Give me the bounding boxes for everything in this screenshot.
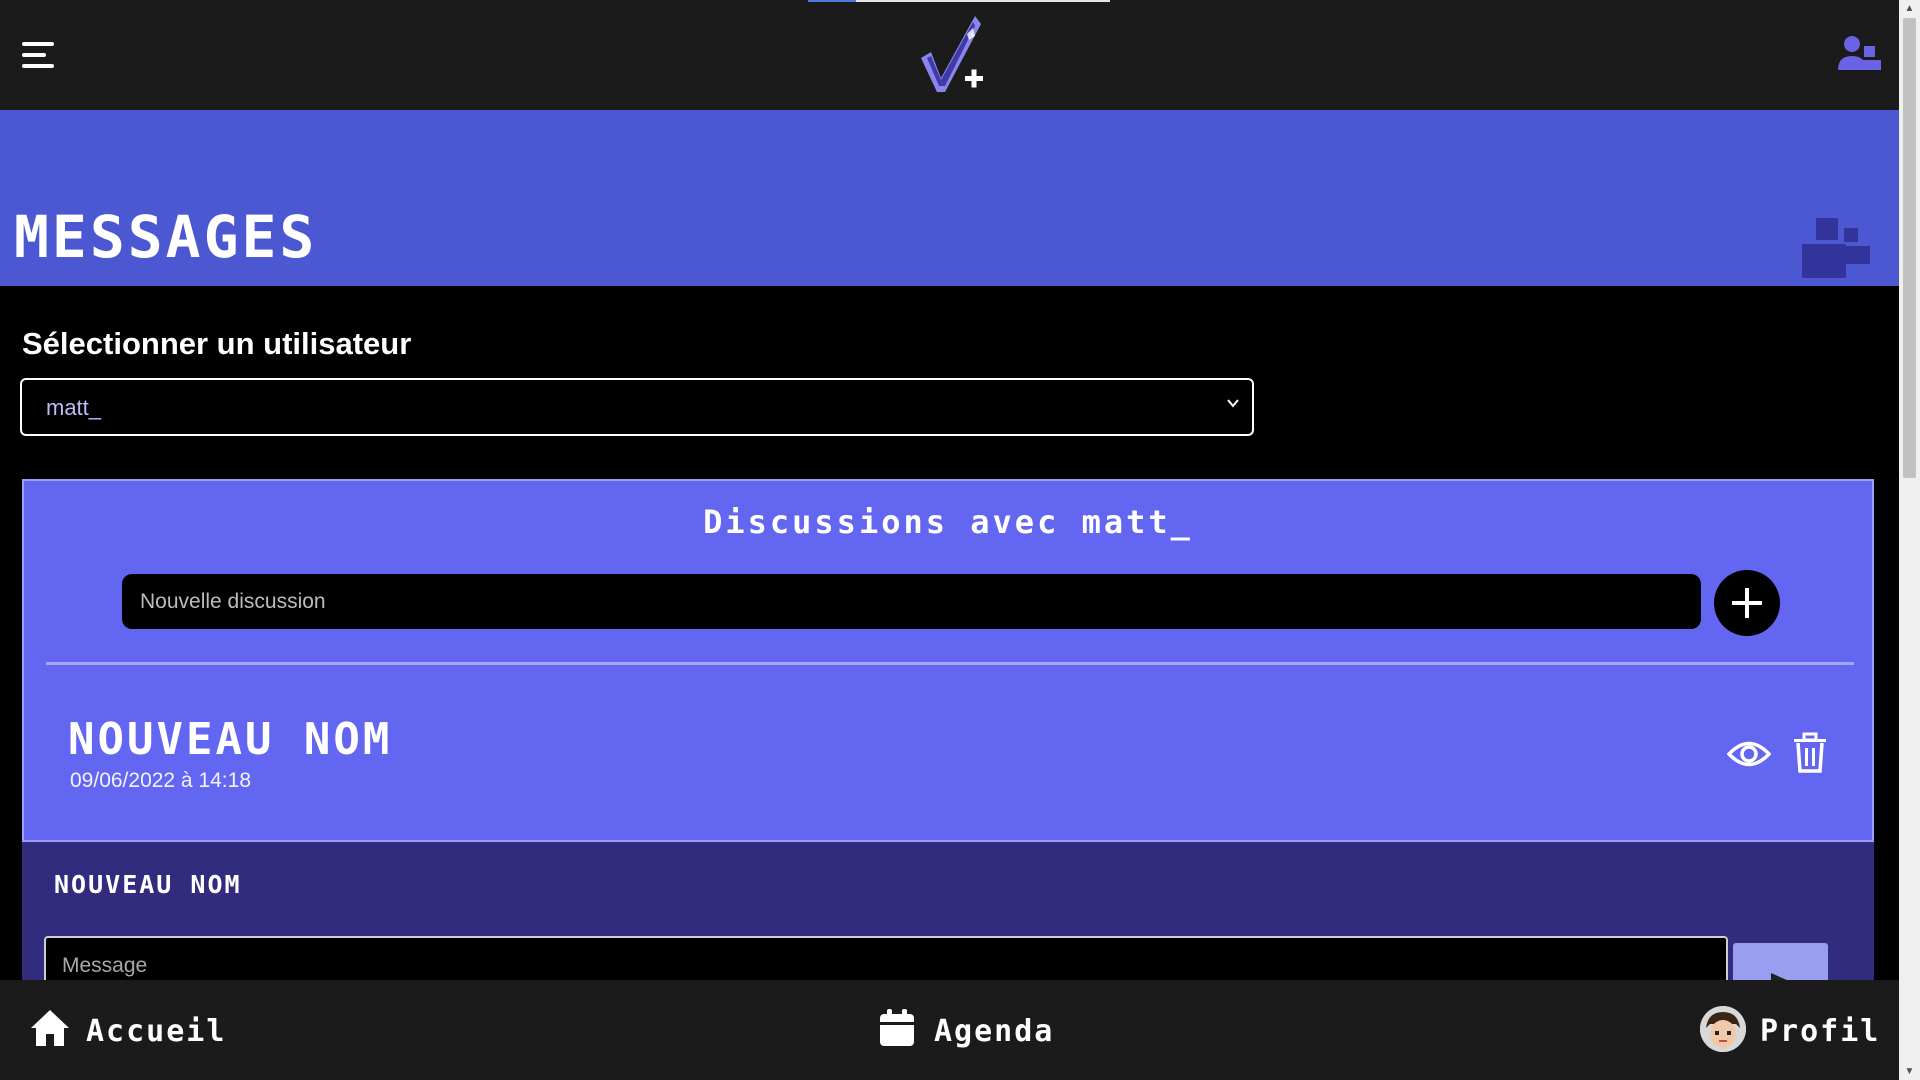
nav-profil-label: Profil	[1760, 1014, 1881, 1049]
add-discussion-button[interactable]	[1714, 570, 1780, 636]
trash-icon[interactable]	[1792, 732, 1828, 774]
discussion-name: NOUVEAU NOM	[68, 714, 393, 765]
home-icon	[31, 1010, 69, 1046]
new-discussion-input[interactable]	[122, 574, 1701, 629]
menu-button[interactable]	[20, 40, 56, 72]
nav-profil[interactable]: Profil	[1700, 1006, 1881, 1054]
page-title: MESSAGES	[14, 203, 318, 271]
select-user-label: Sélectionner un utilisateur	[22, 326, 412, 361]
plus-icon	[1732, 588, 1762, 618]
calendar-icon	[880, 1009, 914, 1046]
conversation-panel: NOUVEAU NOM	[22, 842, 1874, 1003]
divider	[46, 662, 1854, 665]
scroll-up-icon[interactable]: ▲	[1899, 0, 1920, 17]
page-scrollbar[interactable]: ▲ ▼	[1899, 0, 1920, 1080]
hamburger-menu-line	[22, 64, 54, 68]
bottom-nav: Accueil Agenda Profil	[0, 980, 1899, 1080]
hamburger-menu-line	[22, 53, 46, 57]
discussions-title: Discussions avec matt_	[703, 503, 1193, 541]
checkmark-plus-logo[interactable]	[915, 14, 1005, 98]
nav-agenda[interactable]: Agenda	[878, 1008, 1098, 1054]
friends-icon[interactable]	[1836, 34, 1884, 74]
discussion-date: 09/06/2022 à 14:18	[70, 769, 252, 792]
nav-home[interactable]: Accueil	[30, 1008, 250, 1054]
discussions-panel: Discussions avec matt_ NOUVEAU NOM 09/06…	[22, 479, 1874, 842]
page-header: MESSAGES	[0, 110, 1899, 286]
eye-icon[interactable]	[1727, 737, 1771, 771]
scrollbar-thumb[interactable]	[1903, 18, 1916, 478]
user-select[interactable]: matt_	[20, 378, 1254, 436]
conversation-title: NOUVEAU NOM	[54, 870, 242, 899]
hamburger-menu-icon	[22, 42, 54, 46]
user-select-value: matt_	[46, 395, 102, 420]
loading-progress-fill	[808, 0, 857, 2]
top-bar	[0, 0, 1899, 110]
chevron-down-icon	[1226, 394, 1240, 415]
nav-home-label: Accueil	[86, 1014, 227, 1049]
friends-icon	[1802, 218, 1870, 278]
loading-progress-bar	[808, 0, 1110, 2]
nav-agenda-label: Agenda	[934, 1014, 1055, 1049]
avatar	[1700, 1006, 1746, 1052]
scroll-down-icon[interactable]: ▼	[1899, 1063, 1920, 1080]
